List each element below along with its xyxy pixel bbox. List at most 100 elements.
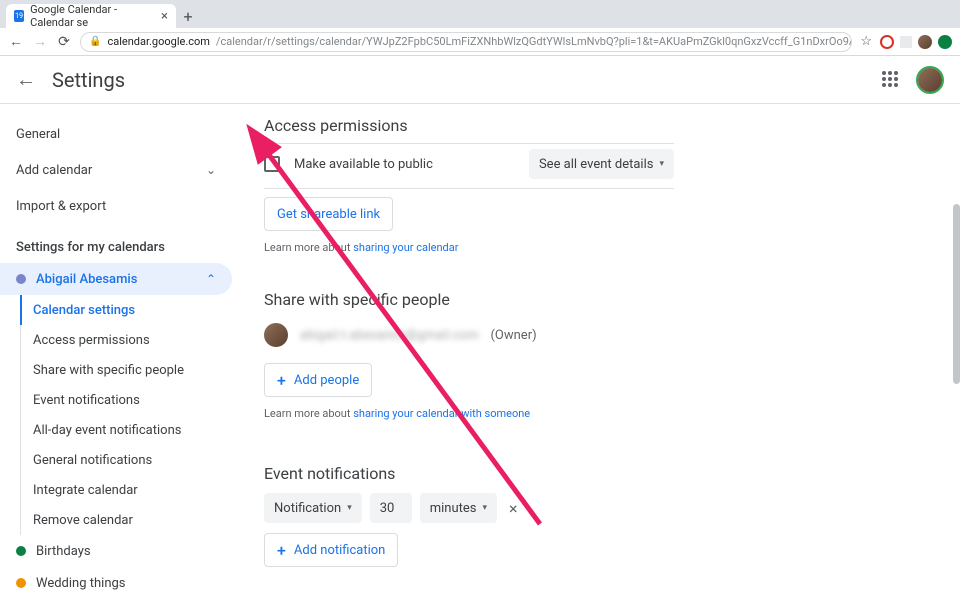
chevron-down-icon: ▾ [347, 503, 352, 513]
sidebar-sub-label: Share with specific people [33, 363, 184, 378]
chevron-down-icon: ⌄ [206, 163, 216, 177]
make-public-label: Make available to public [294, 157, 433, 172]
notification-value-input[interactable]: 30 [370, 493, 412, 523]
chevron-down-icon: ▾ [659, 159, 664, 169]
avatar-image [918, 68, 942, 92]
chevron-up-icon: ⌃ [206, 272, 216, 286]
bookmark-star-icon[interactable]: ☆ [860, 34, 872, 49]
learn-more-link[interactable]: sharing your calendar [353, 241, 458, 254]
extension-icon[interactable] [938, 35, 952, 49]
settings-sidebar: General Add calendar ⌄ Import & export S… [0, 104, 240, 600]
add-notification-button[interactable]: + Add notification [264, 533, 398, 567]
calendar-color-dot [16, 578, 26, 588]
account-avatar[interactable] [916, 66, 944, 94]
input-value: 30 [380, 501, 395, 516]
tab-title: Google Calendar - Calendar se [30, 3, 155, 29]
plus-icon: + [277, 541, 286, 560]
url-origin: calendar.google.com [107, 35, 209, 48]
remove-notification-icon[interactable]: × [505, 499, 522, 518]
favicon-icon: 19 [14, 10, 24, 22]
sidebar-sub-access-permissions[interactable]: Access permissions [21, 325, 240, 355]
sidebar-sub-event-notifications[interactable]: Event notifications [21, 385, 240, 415]
section-title-share: Share with specific people [264, 290, 674, 309]
sidebar-sub-label: Access permissions [33, 333, 150, 348]
button-label: Add people [294, 373, 359, 388]
get-shareable-link-button[interactable]: Get shareable link [264, 197, 393, 231]
visibility-dropdown[interactable]: See all event details ▾ [529, 149, 674, 179]
add-people-button[interactable]: + Add people [264, 363, 372, 397]
sidebar-sub-remove-calendar[interactable]: Remove calendar [21, 505, 240, 535]
calendar-color-dot [16, 546, 26, 556]
app-header: ← Settings [0, 56, 960, 104]
page-title: Settings [52, 68, 125, 92]
sidebar-sub-label: Integrate calendar [33, 483, 138, 498]
sidebar-sub-calendar-settings[interactable]: Calendar settings [21, 295, 240, 325]
visibility-dropdown-label: See all event details [539, 157, 654, 172]
extension-icon[interactable] [880, 35, 894, 49]
sidebar-calendar-primary[interactable]: Abigail Abesamis ⌃ [0, 263, 232, 295]
chevron-down-icon: ▾ [483, 503, 488, 513]
scrollbar-thumb[interactable] [953, 204, 960, 384]
section-title-event-notif: Event notifications [264, 464, 674, 483]
sidebar-sub-share-people[interactable]: Share with specific people [21, 355, 240, 385]
sidebar-item-add-calendar[interactable]: Add calendar ⌄ [0, 152, 232, 188]
notification-unit-select[interactable]: minutes ▾ [420, 493, 497, 523]
button-label: Get shareable link [277, 207, 380, 222]
select-label: Notification [274, 501, 341, 516]
section-title-access: Access permissions [264, 116, 674, 135]
make-public-checkbox[interactable] [264, 156, 280, 172]
new-tab-button[interactable]: + [176, 4, 200, 28]
sidebar-sub-integrate-calendar[interactable]: Integrate calendar [21, 475, 240, 505]
learn-prefix: Learn more about [264, 407, 353, 420]
sidebar-sub-label: All-day event notifications [33, 423, 181, 438]
sidebar-item-label: Add calendar [16, 163, 92, 178]
learn-more-text: Learn more about sharing your calendar w… [264, 407, 674, 420]
browser-tabbar: 19 Google Calendar - Calendar se × + [0, 0, 960, 28]
sidebar-sub-general-notifications[interactable]: General notifications [21, 445, 240, 475]
settings-back-icon[interactable]: ← [16, 67, 36, 92]
nav-back-icon[interactable]: ← [8, 33, 24, 50]
browser-addressbar: ← → ⟳ 🔒 calendar.google.com/calendar/r/s… [0, 28, 960, 56]
sidebar-sub-label: Calendar settings [33, 303, 135, 318]
nav-forward-icon[interactable]: → [32, 33, 48, 50]
google-apps-icon[interactable] [882, 71, 900, 89]
close-tab-icon[interactable]: × [161, 9, 168, 24]
notification-type-select[interactable]: Notification ▾ [264, 493, 362, 523]
sidebar-sub-label: Event notifications [33, 393, 140, 408]
sidebar-heading-my-calendars: Settings for my calendars [0, 224, 240, 263]
learn-more-link[interactable]: sharing your calendar with someone [353, 407, 530, 420]
event-notification-row: Notification ▾ 30 minutes ▾ × [264, 493, 674, 523]
sidebar-item-label: General [16, 127, 60, 142]
sidebar-item-general[interactable]: General [0, 116, 232, 152]
profile-small-icon[interactable] [918, 35, 932, 49]
sidebar-subsections: Calendar settings Access permissions Sha… [20, 295, 240, 535]
learn-more-text: Learn more about sharing your calendar [264, 241, 674, 254]
reload-icon[interactable]: ⟳ [56, 34, 72, 50]
calendar-color-dot [16, 274, 26, 284]
sidebar-item-label: Import & export [16, 199, 106, 214]
omnibox[interactable]: 🔒 calendar.google.com/calendar/r/setting… [80, 32, 852, 52]
shared-person-row: abigail.t.abesamis@gmail.com (Owner) [264, 319, 674, 351]
sidebar-sub-label: Remove calendar [33, 513, 133, 528]
select-label: minutes [430, 501, 477, 516]
lock-icon: 🔒 [89, 36, 101, 47]
owner-tag: (Owner) [490, 328, 536, 343]
sidebar-calendar-wedding[interactable]: Wedding things [0, 567, 232, 599]
sidebar-calendar-label: Wedding things [36, 576, 126, 591]
button-label: Add notification [294, 543, 385, 558]
sidebar-calendar-label: Abigail Abesamis [36, 272, 137, 287]
extension-icons [880, 35, 952, 49]
sidebar-sub-allday-notifications[interactable]: All-day event notifications [21, 415, 240, 445]
learn-prefix: Learn more about [264, 241, 353, 254]
browser-tab[interactable]: 19 Google Calendar - Calendar se × [6, 4, 176, 28]
url-path: /calendar/r/settings/calendar/YWJpZ2FpbC… [216, 35, 852, 48]
sidebar-calendar-label: Birthdays [36, 544, 91, 559]
scrollbar[interactable] [951, 104, 960, 600]
person-avatar [264, 323, 288, 347]
person-email-blurred: abigail.t.abesamis@gmail.com [300, 328, 478, 343]
extension-icon[interactable] [900, 36, 912, 48]
settings-content: Access permissions Make available to pub… [240, 104, 960, 600]
sidebar-calendar-birthdays[interactable]: Birthdays [0, 535, 232, 567]
sidebar-item-import-export[interactable]: Import & export [0, 188, 232, 224]
sidebar-sub-label: General notifications [33, 453, 152, 468]
